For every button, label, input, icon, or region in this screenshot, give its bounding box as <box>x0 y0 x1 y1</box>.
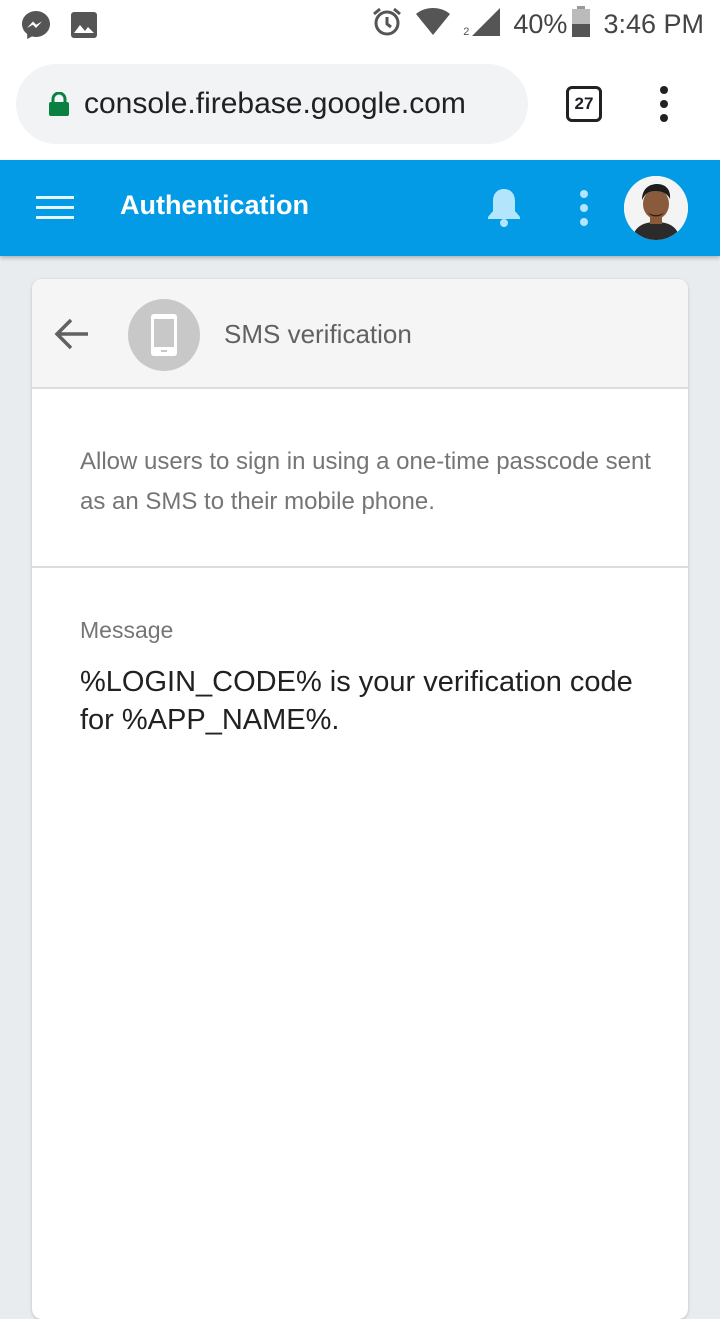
provider-card: SMS verification Allow users to sign in … <box>32 279 688 1319</box>
signal-icon <box>471 7 501 42</box>
messenger-icon <box>20 9 52 46</box>
status-bar-right: 2 40% 3:46 PM <box>371 6 704 43</box>
card-header: SMS verification <box>32 279 688 389</box>
message-label: Message <box>80 617 174 643</box>
url-text: console.firebase.google.com <box>84 87 466 120</box>
status-bar: 2 40% 3:46 PM <box>0 0 720 50</box>
battery-icon <box>571 6 591 43</box>
address-bar[interactable]: console.firebase.google.com <box>16 64 528 144</box>
image-icon <box>70 11 98 44</box>
lock-icon <box>48 92 70 116</box>
description-section: Allow users to sign in using a one-time … <box>32 390 688 568</box>
battery-percent: 40% <box>513 9 568 39</box>
signal-sim-label: 2 <box>463 25 470 38</box>
clock: 3:46 PM <box>603 9 704 39</box>
hamburger-menu-icon[interactable] <box>36 193 76 223</box>
tab-count: 27 <box>574 94 594 113</box>
phone-icon <box>128 299 200 371</box>
browser-toolbar: console.firebase.google.com 27 <box>0 50 720 160</box>
more-vert-icon[interactable] <box>572 188 596 228</box>
description-text: Allow users to sign in using a one-time … <box>80 448 651 515</box>
app-bar: Authentication <box>0 160 720 256</box>
back-arrow-icon[interactable] <box>54 317 90 351</box>
avatar[interactable] <box>624 176 688 240</box>
provider-title: SMS verification <box>224 319 412 349</box>
alarm-icon <box>371 6 403 43</box>
status-bar-left <box>20 9 98 46</box>
page-title: Authentication <box>120 190 309 220</box>
bell-icon[interactable] <box>486 186 522 228</box>
message-body[interactable]: %LOGIN_CODE% is your verification code f… <box>80 663 640 739</box>
tab-switcher-button[interactable]: 27 <box>566 86 602 122</box>
wifi-icon <box>415 7 451 42</box>
overflow-menu-icon[interactable] <box>650 84 678 124</box>
